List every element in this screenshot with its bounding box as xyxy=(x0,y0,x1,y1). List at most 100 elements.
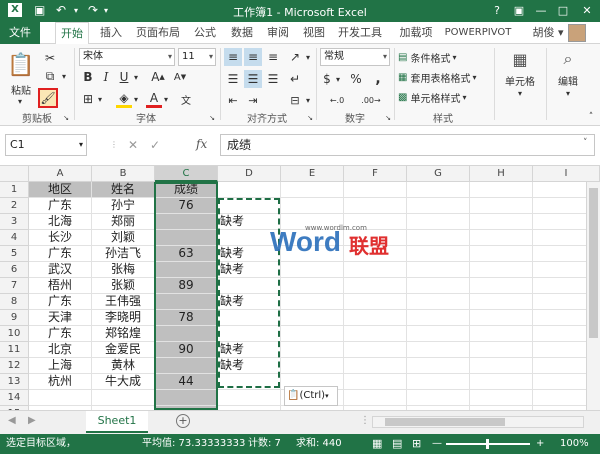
cell-h4[interactable] xyxy=(470,230,533,246)
row-header-2[interactable]: 2 xyxy=(0,198,29,214)
tab-splitter-icon[interactable]: ⋮ xyxy=(360,415,370,426)
cell-e10[interactable] xyxy=(281,326,344,342)
cell-d10[interactable] xyxy=(218,326,281,342)
cell-a12[interactable]: 上海 xyxy=(29,358,92,374)
row-header-3[interactable]: 3 xyxy=(0,214,29,230)
borders-dropdown-icon[interactable]: ▾ xyxy=(96,90,104,108)
cell-f11[interactable] xyxy=(344,342,407,358)
cell-h2[interactable] xyxy=(470,198,533,214)
row-header-13[interactable]: 13 xyxy=(0,374,29,390)
row-header-10[interactable]: 10 xyxy=(0,326,29,342)
paste-options-button[interactable]: 📋(Ctrl)▾ xyxy=(284,386,338,406)
orientation-icon[interactable]: ↗ xyxy=(286,48,304,66)
cell-c10[interactable] xyxy=(155,326,218,342)
tab-formulas[interactable]: 公式 xyxy=(188,22,222,44)
cell-b9[interactable]: 李晓明 xyxy=(92,310,155,326)
cell-c4[interactable] xyxy=(155,230,218,246)
number-launcher-icon[interactable]: ↘ xyxy=(384,114,392,122)
cell-c7[interactable]: 89 xyxy=(155,278,218,294)
cell-c3[interactable] xyxy=(155,214,218,230)
cell-h11[interactable] xyxy=(470,342,533,358)
cell-c2[interactable]: 76 xyxy=(155,198,218,214)
cell-f9[interactable] xyxy=(344,310,407,326)
font-color-dropdown-icon[interactable]: ▾ xyxy=(162,90,170,108)
formula-input[interactable]: 成绩 xyxy=(220,134,595,156)
tab-page-layout[interactable]: 页面布局 xyxy=(130,22,186,44)
cell-a2[interactable]: 广东 xyxy=(29,198,92,214)
cell-g1[interactable] xyxy=(407,182,470,198)
row-header-12[interactable]: 12 xyxy=(0,358,29,374)
font-size-select[interactable]: 11 ▾ xyxy=(178,48,216,66)
tab-addins[interactable]: 加载项 xyxy=(394,22,438,44)
cell-g7[interactable] xyxy=(407,278,470,294)
scroll-prev-sheet-icon[interactable]: ◀ xyxy=(8,415,16,426)
tab-home[interactable]: 开始 xyxy=(55,22,89,45)
wrap-text-icon[interactable]: ↵ xyxy=(286,70,304,88)
cell-b13[interactable]: 牛大成 xyxy=(92,374,155,390)
cell-f7[interactable] xyxy=(344,278,407,294)
zoom-level[interactable]: 100% xyxy=(560,434,589,454)
cell-c11[interactable]: 90 xyxy=(155,342,218,358)
cell-b5[interactable]: 孙洁飞 xyxy=(92,246,155,262)
currency-button[interactable]: $ xyxy=(320,70,334,88)
cell-g12[interactable] xyxy=(407,358,470,374)
cell-a10[interactable]: 广东 xyxy=(29,326,92,342)
cell-e1[interactable] xyxy=(281,182,344,198)
cell-e8[interactable] xyxy=(281,294,344,310)
merge-dropdown-icon[interactable]: ▾ xyxy=(304,92,312,108)
cell-a7[interactable]: 梧州 xyxy=(29,278,92,294)
cell-a11[interactable]: 北京 xyxy=(29,342,92,358)
phonetic-icon[interactable]: 文 xyxy=(178,90,194,108)
cell-d6[interactable]: 缺考 xyxy=(218,262,281,278)
cell-g8[interactable] xyxy=(407,294,470,310)
column-header-d[interactable]: D xyxy=(218,166,281,182)
cell-f6[interactable] xyxy=(344,262,407,278)
scrollbar-thumb[interactable] xyxy=(385,418,505,426)
cell-e2[interactable] xyxy=(281,198,344,214)
row-header-6[interactable]: 6 xyxy=(0,262,29,278)
cell-b1[interactable]: 姓名 xyxy=(92,182,155,198)
cell-d9[interactable] xyxy=(218,310,281,326)
alignment-launcher-icon[interactable]: ↘ xyxy=(306,114,314,122)
row-header-14[interactable]: 14 xyxy=(0,390,29,406)
cell-b11[interactable]: 金爱民 xyxy=(92,342,155,358)
cell-c8[interactable] xyxy=(155,294,218,310)
cell-b6[interactable]: 张梅 xyxy=(92,262,155,278)
increase-decimal-button[interactable]: ←.0 xyxy=(322,92,352,108)
shrink-font-button[interactable]: A ▼ xyxy=(172,68,188,86)
tab-insert[interactable]: 插入 xyxy=(94,22,128,44)
editing-button[interactable]: 编辑 xyxy=(548,72,588,88)
zoom-slider-thumb[interactable] xyxy=(486,439,489,449)
cell-d2[interactable] xyxy=(218,198,281,214)
cell-styles-button[interactable]: ▩ 单元格样式 ▾ xyxy=(398,88,494,106)
decrease-indent-icon[interactable]: ⇤ xyxy=(224,92,242,108)
expand-formula-icon[interactable]: ˅ xyxy=(583,138,588,148)
vertical-scrollbar[interactable] xyxy=(586,182,600,410)
column-header-b[interactable]: B xyxy=(92,166,155,182)
cell-a1[interactable]: 地区 xyxy=(29,182,92,198)
row-header-1[interactable]: 1 xyxy=(0,182,29,198)
cell-d7[interactable] xyxy=(218,278,281,294)
cell-a3[interactable]: 北海 xyxy=(29,214,92,230)
column-header-h[interactable]: H xyxy=(470,166,533,182)
tab-developer[interactable]: 开发工具 xyxy=(334,22,386,44)
number-format-select[interactable]: 常规 ▾ xyxy=(320,48,390,66)
fill-color-dropdown-icon[interactable]: ▾ xyxy=(132,90,140,108)
name-box[interactable]: C1 ▾ xyxy=(5,134,87,156)
cell-h10[interactable] xyxy=(470,326,533,342)
decrease-decimal-button[interactable]: .00→ xyxy=(354,92,388,108)
cell-c14[interactable] xyxy=(155,390,218,406)
cell-g14[interactable] xyxy=(407,390,470,406)
cell-c5[interactable]: 63 xyxy=(155,246,218,262)
conditional-format-button[interactable]: ▤ 条件格式 ▾ xyxy=(398,48,494,66)
tab-review[interactable]: 审阅 xyxy=(262,22,294,44)
cells-dropdown-icon[interactable]: ▾ xyxy=(514,88,526,98)
format-as-table-button[interactable]: ▦ 套用表格格式 ▾ xyxy=(398,68,494,86)
enter-formula-button[interactable]: ✓ xyxy=(150,138,160,152)
cell-f10[interactable] xyxy=(344,326,407,342)
paste-icon[interactable]: 📋 xyxy=(6,48,36,82)
cell-e11[interactable] xyxy=(281,342,344,358)
cell-d8[interactable]: 缺考 xyxy=(218,294,281,310)
scroll-next-sheet-icon[interactable]: ▶ xyxy=(28,415,36,426)
underline-button[interactable]: U xyxy=(116,68,132,86)
